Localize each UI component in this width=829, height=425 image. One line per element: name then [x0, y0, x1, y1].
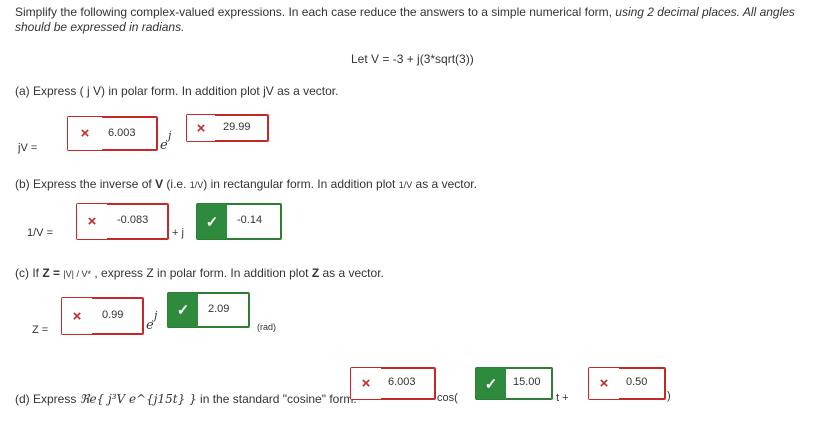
part-d-close: )	[667, 390, 671, 402]
part-b-real-field[interactable]: × -0.083	[76, 203, 169, 240]
part-d-phase-value: 0.50	[626, 376, 648, 388]
part-d-t-plus: t +	[556, 392, 569, 404]
close-icon: ×	[68, 117, 102, 150]
instructions-text: Simplify the following complex-valued ex…	[15, 5, 616, 19]
part-b-lhs: 1/V =	[27, 227, 53, 239]
part-b-q-v: V	[155, 177, 164, 191]
part-c-unit: (rad)	[257, 322, 277, 332]
part-d-phase-field[interactable]: × 0.50	[588, 367, 666, 400]
part-c-q3: as a vector.	[319, 266, 384, 280]
part-b-q1: (b) Express the inverse of	[15, 177, 156, 191]
part-a-magnitude-value: 6.003	[108, 127, 136, 139]
part-d-omega-value: 15.00	[513, 376, 541, 388]
part-c-q-frac: |V| / V*	[63, 269, 92, 279]
part-d-amplitude-field[interactable]: × 6.003	[350, 367, 436, 400]
part-a-angle-field[interactable]: × 29.99	[186, 114, 269, 142]
part-c-magnitude-field[interactable]: × 0.99	[61, 297, 144, 335]
part-b-q-frac-2: 1/V	[398, 180, 413, 190]
part-c-q2: , express Z in polar form. In addition p…	[91, 266, 312, 280]
part-d-amplitude-value: 6.003	[388, 376, 416, 388]
part-d-q2: in the standard "cosine" form:	[196, 392, 357, 406]
close-icon: ×	[187, 115, 215, 141]
close-icon: ×	[62, 298, 92, 334]
given-definition: Let V = -3 + j(3*sqrt(3))	[351, 52, 474, 66]
part-c-question: (c) If Z = |V| / V* , express Z in polar…	[15, 266, 384, 280]
part-d-math: ℜe{ j³V e^{j15t} }	[79, 392, 197, 406]
part-a-angle-value: 29.99	[223, 121, 251, 133]
part-d-q1: (d) Express	[15, 392, 80, 406]
part-d-question: (d) Express ℜe{ j³V e^{j15t} } in the st…	[15, 392, 357, 406]
part-a-lhs: jV =	[18, 142, 38, 154]
part-b-q3: ) in rectangular form. In addition plot	[203, 177, 399, 191]
part-a-magnitude-field[interactable]: × 6.003	[67, 116, 158, 151]
part-a-question: (a) Express ( j V) in polar form. In add…	[15, 84, 339, 98]
part-b-question: (b) Express the inverse of V (i.e. 1/V) …	[15, 177, 477, 191]
part-a-exp-j: j	[168, 129, 172, 142]
part-c-q-z: Z =	[42, 266, 64, 280]
instructions: Simplify the following complex-valued ex…	[15, 5, 820, 35]
part-a-exp: e	[160, 138, 168, 153]
part-b-imag-value: -0.14	[237, 214, 263, 226]
part-b-q2: (i.e.	[163, 177, 190, 191]
part-d-cos: cos(	[437, 392, 458, 404]
part-c-q1: (c) If	[15, 266, 43, 280]
part-b-imag-field[interactable]: ✓ -0.14	[196, 203, 282, 240]
close-icon: ×	[589, 368, 619, 399]
part-c-exp-j: j	[154, 309, 158, 322]
part-c-exp: e	[146, 318, 154, 333]
part-b-q4: as a vector.	[412, 177, 477, 191]
close-icon: ×	[77, 204, 107, 239]
part-b-q-frac: 1/V	[189, 180, 204, 190]
part-b-plus-j: + j	[172, 227, 184, 239]
check-icon: ✓	[476, 368, 506, 399]
check-icon: ✓	[168, 293, 198, 327]
part-d-omega-field[interactable]: ✓ 15.00	[475, 367, 553, 400]
part-c-angle-value: 2.09	[208, 303, 230, 315]
close-icon: ×	[351, 368, 381, 399]
part-c-magnitude-value: 0.99	[102, 309, 124, 321]
part-c-angle-field[interactable]: ✓ 2.09	[167, 292, 250, 328]
part-c-lhs: Z =	[32, 324, 49, 336]
part-b-real-value: -0.083	[117, 214, 149, 226]
check-icon: ✓	[197, 204, 227, 239]
